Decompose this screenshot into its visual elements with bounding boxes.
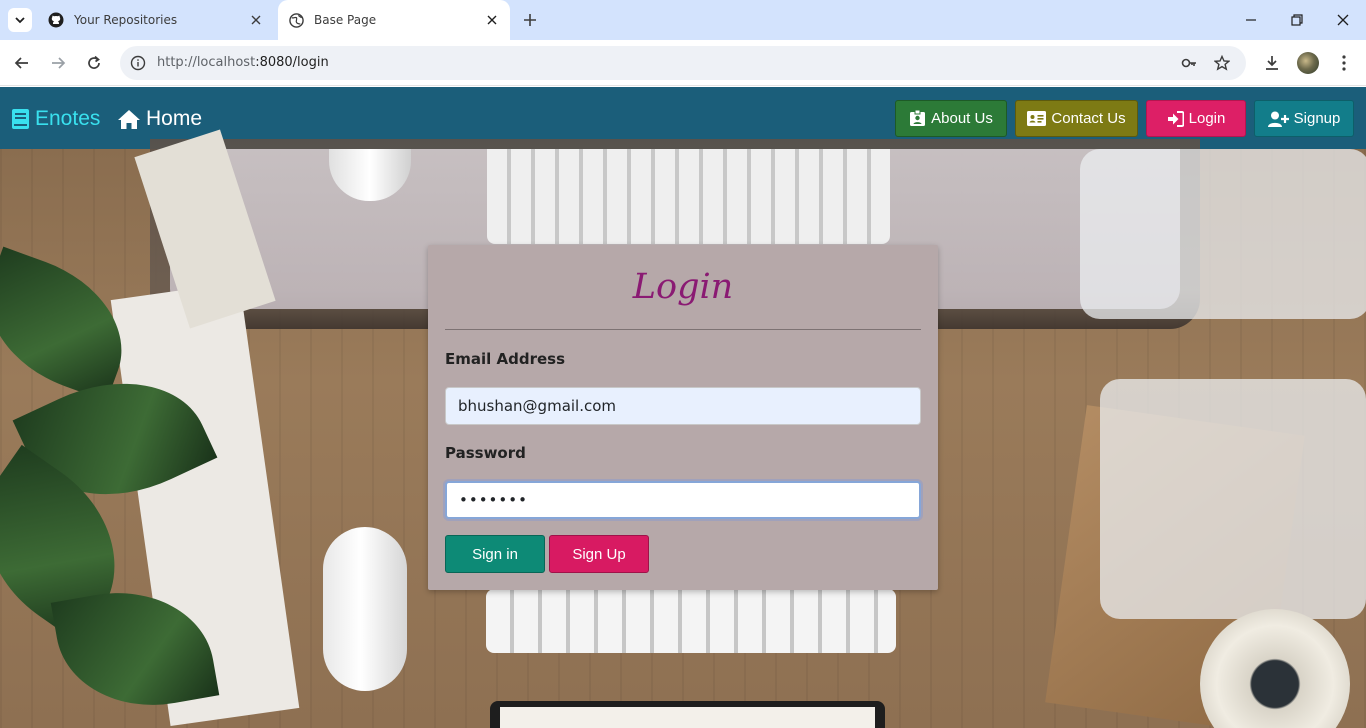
chevron-down-icon: [15, 17, 25, 24]
close-tab-icon[interactable]: [244, 8, 268, 32]
minimize-icon: [1246, 19, 1256, 21]
bookmark-star-icon[interactable]: [1210, 51, 1234, 75]
new-tab-button[interactable]: [518, 8, 542, 32]
sign-in-label: Sign in: [472, 545, 518, 563]
email-value: bhushan@gmail.com: [458, 397, 617, 415]
password-field[interactable]: •••••••: [445, 481, 921, 519]
about-us-label: About Us: [931, 110, 993, 127]
github-icon: [48, 12, 64, 28]
password-key-icon[interactable]: [1177, 51, 1201, 75]
profile-avatar[interactable]: [1297, 52, 1319, 74]
forward-button[interactable]: [44, 49, 72, 77]
sign-in-button[interactable]: Sign in: [445, 535, 545, 573]
divider: [445, 329, 921, 330]
browser-tab-repositories[interactable]: Your Repositories: [38, 0, 274, 40]
downloads-button[interactable]: [1258, 49, 1286, 77]
close-tab-icon[interactable]: [480, 8, 504, 32]
tab-title: Base Page: [314, 13, 377, 27]
close-icon: [1337, 14, 1349, 26]
browser-tab-strip: Your Repositories Base Page: [0, 0, 1366, 40]
arrow-right-icon: [52, 57, 66, 69]
password-label: Password: [445, 444, 526, 462]
back-button[interactable]: [8, 49, 36, 77]
brand-link[interactable]: Enotes: [12, 107, 100, 131]
tab-title: Your Repositories: [74, 13, 178, 27]
keyboard-bottom-shape: [486, 589, 896, 653]
notebook-page-shape: [500, 707, 875, 728]
login-title: Login: [632, 267, 734, 307]
brand-name: Enotes: [35, 107, 101, 130]
signup-nav-label: Signup: [1293, 110, 1341, 127]
mouse-shape: [323, 527, 407, 691]
home-link[interactable]: Home: [117, 107, 202, 131]
browser-toolbar: http://localhost:8080/login: [0, 40, 1366, 86]
address-card-icon: [1027, 111, 1047, 126]
tab-search-button[interactable]: [8, 8, 32, 32]
about-us-button[interactable]: About Us: [895, 100, 1007, 137]
home-label: Home: [146, 107, 203, 130]
email-field[interactable]: bhushan@gmail.com: [445, 387, 921, 425]
arrow-left-icon: [14, 57, 28, 69]
plastic-bag-shape: [1080, 149, 1366, 319]
home-icon: [118, 109, 140, 129]
browser-tab-base-page[interactable]: Base Page: [278, 0, 510, 40]
signup-nav-button[interactable]: Signup: [1254, 100, 1354, 137]
reload-icon: [88, 55, 100, 69]
restore-icon: [1291, 14, 1303, 26]
user-plus-icon: [1267, 111, 1289, 127]
book-icon: [12, 109, 29, 129]
password-value: •••••••: [459, 491, 528, 509]
login-nav-label: Login: [1188, 110, 1226, 127]
url-host: http://localhost: [157, 55, 256, 70]
globe-icon: [288, 12, 304, 28]
sign-up-button[interactable]: Sign Up: [549, 535, 649, 573]
reload-button[interactable]: [80, 49, 108, 77]
download-icon: [1266, 56, 1278, 70]
sign-up-label: Sign Up: [572, 545, 626, 563]
address-bar[interactable]: http://localhost:8080/login: [120, 46, 1246, 80]
minimize-button[interactable]: [1237, 6, 1265, 34]
id-badge-icon: [910, 110, 926, 126]
plus-icon: [524, 14, 536, 26]
restore-button[interactable]: [1283, 6, 1311, 34]
url-text: http://localhost:8080/login: [157, 55, 329, 70]
contact-us-button[interactable]: Contact Us: [1015, 100, 1138, 137]
site-info-icon[interactable]: [126, 51, 150, 75]
keyboard-top-shape: [487, 149, 890, 244]
close-window-button[interactable]: [1329, 6, 1357, 34]
url-path: :8080/login: [255, 55, 329, 70]
login-nav-button[interactable]: Login: [1146, 100, 1246, 137]
email-label: Email Address: [445, 350, 566, 368]
more-vertical-icon: [1342, 55, 1346, 71]
sign-in-icon: [1167, 110, 1184, 127]
contact-us-label: Contact Us: [1051, 110, 1126, 127]
plastic-bag-shape: [1100, 379, 1366, 619]
browser-menu-button[interactable]: [1330, 49, 1358, 77]
login-card: Login Email Address bhushan@gmail.com Pa…: [428, 245, 938, 590]
